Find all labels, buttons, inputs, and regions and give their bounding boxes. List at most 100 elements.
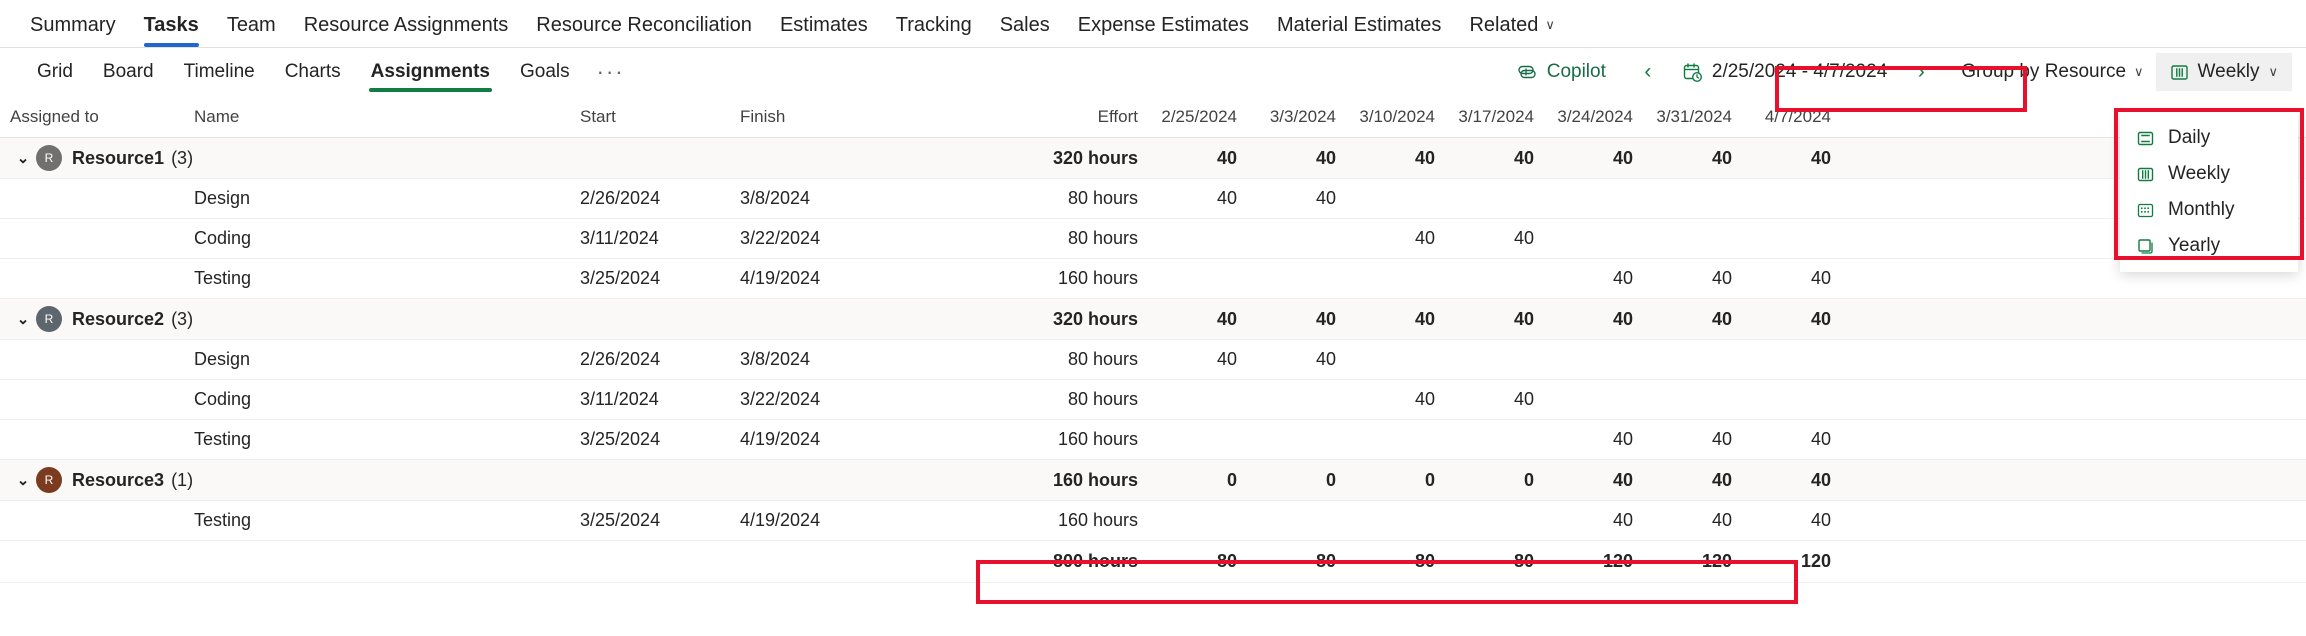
- view-tab-charts[interactable]: Charts: [270, 48, 356, 96]
- group-expand-toggle[interactable]: ⌄: [10, 310, 36, 328]
- task-row[interactable]: Testing 3/25/2024 4/19/2024 160 hours 40 40 40: [0, 420, 2306, 460]
- scale-menu-item-yearly[interactable]: Yearly: [2120, 228, 2298, 264]
- view-tab-board[interactable]: Board: [88, 48, 169, 96]
- scale-menu-item-label: Monthly: [2168, 199, 2235, 220]
- task-start-cell: 3/25/2024: [580, 268, 661, 288]
- column-header-week[interactable]: 4/7/2024: [1754, 107, 1853, 127]
- entity-tab-material-estimates[interactable]: Material Estimates: [1263, 15, 1456, 47]
- group-task-count: (3): [171, 147, 194, 168]
- task-name-cell[interactable]: Coding: [180, 389, 580, 410]
- task-row[interactable]: Testing 3/25/2024 4/19/2024 160 hours 40 40 40: [0, 259, 2306, 299]
- task-week-value-cell[interactable]: 40: [1259, 188, 1358, 209]
- group-by-button[interactable]: Group by Resource ∨: [1949, 54, 2155, 90]
- column-header-week[interactable]: 3/24/2024: [1556, 107, 1655, 127]
- group-week-value-cell: 40: [1612, 469, 1633, 490]
- total-week-value-cell: 120: [1602, 551, 1633, 571]
- task-week-value-cell[interactable]: 40: [1556, 429, 1655, 450]
- entity-tab-label: Estimates: [779, 14, 868, 36]
- scale-menu-item-weekly[interactable]: Weekly: [2120, 156, 2298, 192]
- scale-menu-item-label: Daily: [2168, 127, 2211, 148]
- column-header-week[interactable]: 3/31/2024: [1655, 107, 1754, 127]
- resource-group-row[interactable]: ⌄ R Resource3 (1) 160 hours 0 0 0 0 40 40 40: [0, 460, 2306, 501]
- task-start-cell: 3/11/2024: [580, 228, 659, 248]
- task-name-cell[interactable]: Design: [180, 349, 580, 370]
- column-header-assigned-to[interactable]: Assigned to: [0, 107, 180, 127]
- entity-tab-related[interactable]: Related ∨: [1455, 15, 1568, 47]
- task-week-value-cell[interactable]: 40: [1655, 429, 1754, 450]
- task-name-cell[interactable]: Testing: [180, 268, 580, 289]
- entity-tab-tasks[interactable]: Tasks: [130, 15, 213, 47]
- task-name-cell[interactable]: Testing: [180, 510, 580, 531]
- task-week-value-cell[interactable]: 40: [1556, 268, 1655, 289]
- group-week-value-cell: 40: [1810, 308, 1831, 329]
- group-week-value-cell: 40: [1315, 147, 1336, 168]
- view-tab-grid[interactable]: Grid: [22, 48, 88, 96]
- copilot-button[interactable]: Copilot: [1502, 54, 1620, 90]
- group-week-value-cell: 0: [1523, 469, 1534, 490]
- task-row[interactable]: Coding 3/11/2024 3/22/2024 80 hours 40 40: [0, 380, 2306, 420]
- column-header-week[interactable]: 3/17/2024: [1457, 107, 1556, 127]
- month-view-icon: [2136, 201, 2155, 220]
- task-week-value-cell[interactable]: 40: [1358, 228, 1457, 249]
- task-week-value-cell[interactable]: 40: [1457, 389, 1556, 410]
- view-tab-goals[interactable]: Goals: [505, 48, 585, 96]
- entity-tab-resource-assignments[interactable]: Resource Assignments: [290, 15, 523, 47]
- previous-period-button[interactable]: ‹: [1632, 56, 1664, 88]
- entity-tab-estimates[interactable]: Estimates: [766, 15, 882, 47]
- task-effort-cell: 160 hours: [1057, 429, 1138, 449]
- entity-tab-sales[interactable]: Sales: [986, 15, 1064, 47]
- scale-menu-item-label: Weekly: [2168, 163, 2230, 184]
- column-header-name[interactable]: Name: [180, 107, 580, 127]
- task-week-value-cell[interactable]: 40: [1655, 510, 1754, 531]
- entity-tab-expense-estimates[interactable]: Expense Estimates: [1064, 15, 1263, 47]
- group-week-value-cell: 40: [1216, 147, 1237, 168]
- task-row[interactable]: Design 2/26/2024 3/8/2024 80 hours 40 40: [0, 340, 2306, 380]
- column-header-week[interactable]: 3/10/2024: [1358, 107, 1457, 127]
- task-week-value-cell[interactable]: 40: [1457, 228, 1556, 249]
- group-week-value-cell: 0: [1424, 469, 1435, 490]
- next-period-button[interactable]: ›: [1905, 56, 1937, 88]
- time-scale-button[interactable]: Weekly ∨: [2155, 53, 2292, 91]
- view-tab-assignments[interactable]: Assignments: [356, 48, 505, 96]
- task-week-value-cell[interactable]: 40: [1259, 349, 1358, 370]
- group-expand-toggle[interactable]: ⌄: [10, 149, 36, 167]
- entity-tab-label: Expense Estimates: [1077, 14, 1249, 36]
- task-row[interactable]: Coding 3/11/2024 3/22/2024 80 hours 40 40: [0, 219, 2306, 259]
- entity-tab-team[interactable]: Team: [213, 15, 290, 47]
- group-expand-toggle[interactable]: ⌄: [10, 471, 36, 489]
- column-header-effort[interactable]: Effort: [900, 107, 1160, 127]
- task-week-value-cell[interactable]: 40: [1754, 510, 1853, 531]
- task-row[interactable]: Testing 3/25/2024 4/19/2024 160 hours 40 40 40: [0, 501, 2306, 541]
- date-range-picker[interactable]: 2/25/2024 - 4/7/2024: [1668, 57, 1901, 87]
- task-week-value-cell[interactable]: 40: [1160, 188, 1259, 209]
- task-name-cell[interactable]: Testing: [180, 429, 580, 450]
- resource-group-row[interactable]: ⌄ R Resource1 (3) 320 hours 40 40 40 40 40 40 40: [0, 138, 2306, 179]
- task-row[interactable]: Design 2/26/2024 3/8/2024 80 hours 40 40: [0, 179, 2306, 219]
- task-week-value-cell[interactable]: 40: [1655, 268, 1754, 289]
- column-header-week[interactable]: 3/3/2024: [1259, 107, 1358, 127]
- task-week-value-cell[interactable]: 40: [1358, 389, 1457, 410]
- time-scale-dropdown-menu: Daily Weekly Monthly Yearly: [2120, 112, 2298, 272]
- command-bar-right: Copilot ‹ 2/25/2024 - 4/7/2024 › Group b…: [1502, 52, 2292, 92]
- entity-tab-tracking[interactable]: Tracking: [882, 15, 986, 47]
- task-name-cell[interactable]: Design: [180, 188, 580, 209]
- scale-menu-item-daily[interactable]: Daily: [2120, 120, 2298, 156]
- entity-tab-summary[interactable]: Summary: [16, 15, 130, 47]
- column-header-finish[interactable]: Finish: [740, 107, 900, 127]
- view-tab-timeline[interactable]: Timeline: [169, 48, 270, 96]
- scale-menu-item-monthly[interactable]: Monthly: [2120, 192, 2298, 228]
- resource-group-row[interactable]: ⌄ R Resource2 (3) 320 hours 40 40 40 40 40 40 40: [0, 299, 2306, 340]
- task-name-cell[interactable]: Coding: [180, 228, 580, 249]
- task-week-value-cell[interactable]: 40: [1754, 429, 1853, 450]
- view-tabs-overflow-button[interactable]: ···: [585, 48, 637, 96]
- task-week-value-cell[interactable]: 40: [1160, 349, 1259, 370]
- task-effort-cell: 80 hours: [1067, 349, 1138, 369]
- total-week-value-cell: 120: [1800, 551, 1831, 571]
- group-assigned-to-cell: ⌄ R Resource1 (3): [0, 145, 193, 171]
- entity-tab-resource-reconciliation[interactable]: Resource Reconciliation: [522, 15, 766, 47]
- column-header-week[interactable]: 2/25/2024: [1160, 107, 1259, 127]
- task-week-value-cell[interactable]: 40: [1754, 268, 1853, 289]
- task-week-value-cell[interactable]: 40: [1556, 510, 1655, 531]
- column-header-start[interactable]: Start: [580, 107, 740, 127]
- scale-menu-item-label: Yearly: [2168, 235, 2221, 256]
